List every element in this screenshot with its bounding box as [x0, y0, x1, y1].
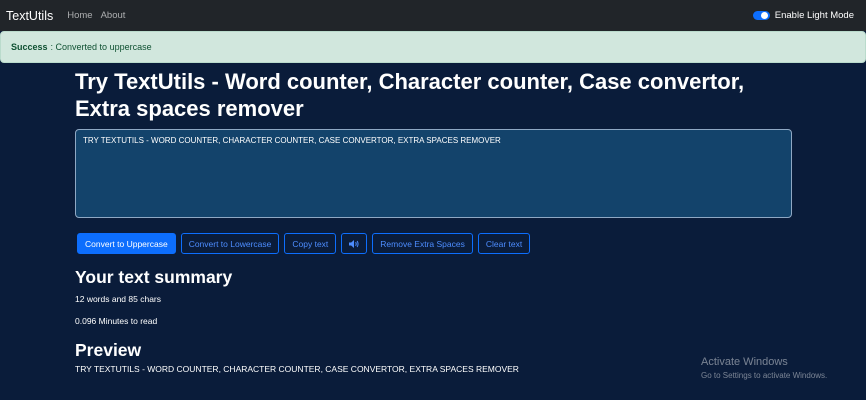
copy-text-button[interactable]: Copy text	[284, 233, 337, 254]
speaker-icon	[349, 239, 359, 248]
remove-extra-spaces-button[interactable]: Remove Extra Spaces	[372, 233, 473, 254]
word-char-count: 12 words and 85 chars	[75, 294, 161, 304]
action-buttons: Convert to Uppercase Convert to Lowercas…	[77, 233, 795, 254]
preview-heading: Preview	[75, 340, 142, 360]
read-time: 0.096 Minutes to read	[75, 316, 158, 326]
summary-heading: Your text summary	[75, 267, 233, 287]
uppercase-button[interactable]: Convert to Uppercase	[77, 233, 176, 254]
nav-link-about[interactable]: About	[101, 10, 126, 21]
activate-windows-watermark: Activate Windows Go to Settings to activ…	[701, 355, 827, 382]
watermark-subtitle: Go to Settings to activate Windows.	[701, 371, 828, 380]
main-container: Try TextUtils - Word counter, Character …	[75, 68, 795, 375]
lowercase-button[interactable]: Convert to Lowercase	[180, 233, 280, 254]
watermark-title: Activate Windows	[701, 356, 788, 368]
page-title: Try TextUtils - Word counter, Character …	[75, 69, 745, 121]
alert-message: : Converted to uppercase	[50, 42, 152, 52]
speak-button[interactable]	[341, 233, 368, 254]
toggle-knob	[760, 12, 768, 20]
text-input[interactable]	[75, 129, 792, 218]
clear-text-button[interactable]: Clear text	[477, 233, 531, 254]
navbar: TextUtils Home About Enable Light Mode	[0, 0, 866, 31]
preview-text: TRY TEXTUTILS - WORD COUNTER, CHARACTER …	[75, 364, 519, 374]
alert-type: Success	[11, 42, 48, 52]
success-alert: Success : Converted to uppercase	[0, 31, 866, 63]
toggle-switch[interactable]	[752, 10, 770, 21]
brand-logo[interactable]: TextUtils	[6, 9, 53, 23]
light-mode-toggle-label[interactable]: Enable Light Mode	[775, 10, 854, 21]
nav-link-home[interactable]: Home	[67, 10, 92, 21]
light-mode-toggle[interactable]: Enable Light Mode	[752, 10, 854, 21]
